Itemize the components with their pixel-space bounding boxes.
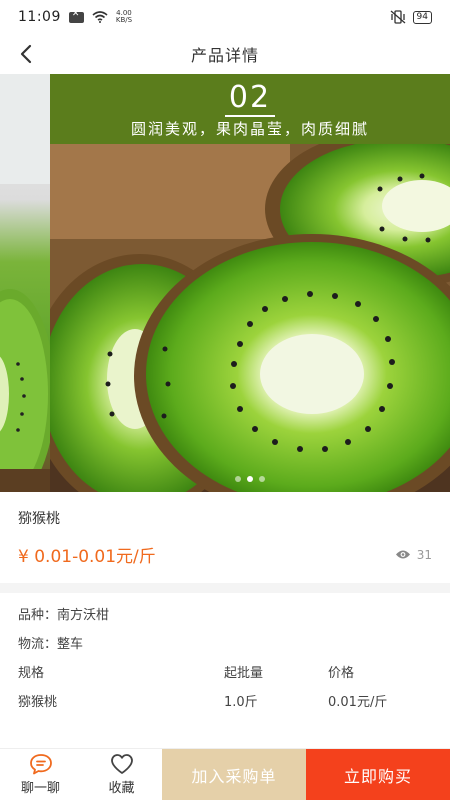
favorite-button[interactable]: 收藏 xyxy=(81,749,162,800)
product-price: ¥ 0.01-0.01元/斤 xyxy=(18,547,156,567)
spec-table: 规格 起批量 价格 猕猴桃 1.0斤 0.01元/斤 xyxy=(18,659,432,717)
product-info: 猕猴桃 ¥ 0.01-0.01元/斤 31 xyxy=(0,492,450,577)
table-row: 猕猴桃 1.0斤 0.01元/斤 xyxy=(18,695,388,710)
bottom-action-bar: 聊一聊 收藏 加入采购单 立即购买 xyxy=(0,748,450,800)
slide-caption: 圆润美观，果肉晶莹，肉质细腻 xyxy=(130,120,369,138)
spec-table-header: 规格 起批量 价格 xyxy=(18,666,355,681)
kiwi-photo xyxy=(50,144,450,492)
image-carousel[interactable]: 02 圆润美观，果肉晶莹，肉质细腻 xyxy=(0,74,450,492)
slide-number: 02 xyxy=(50,80,450,117)
previous-slide-peek xyxy=(0,74,55,492)
variety-value: 南方沃柑 xyxy=(57,608,110,623)
back-button[interactable] xyxy=(12,40,40,68)
product-name: 猕猴桃 xyxy=(18,511,60,527)
carousel-dot[interactable] xyxy=(235,476,241,482)
chevron-left-icon xyxy=(20,44,32,64)
favorite-label: 收藏 xyxy=(108,781,135,796)
carousel-slide: 02 圆润美观，果肉晶莹，肉质细腻 xyxy=(50,74,450,492)
network-speed: 4.00 KB/S xyxy=(115,9,133,24)
logistics-row: 物流：整车 xyxy=(18,637,84,652)
status-bar: 11:09 4.00 KB/S 94 xyxy=(0,0,450,34)
chat-button[interactable]: 聊一聊 xyxy=(0,749,81,800)
carousel-dot-active[interactable] xyxy=(247,476,253,482)
wifi-icon xyxy=(92,11,108,23)
chat-label: 聊一聊 xyxy=(20,781,60,796)
logistics-value: 整车 xyxy=(57,637,84,652)
eye-icon xyxy=(395,550,410,559)
slide-header: 02 圆润美观，果肉晶莹，肉质细腻 xyxy=(50,74,450,144)
status-time: 11:09 xyxy=(18,9,61,25)
variety-row: 品种：南方沃柑 xyxy=(18,608,110,623)
chat-icon xyxy=(29,754,52,775)
vibrate-off-icon xyxy=(390,10,405,24)
carousel-dot[interactable] xyxy=(259,476,265,482)
heart-icon xyxy=(110,754,133,774)
page-title: 产品详情 xyxy=(190,46,259,65)
notification-icon xyxy=(68,9,84,23)
battery-indicator: 94 xyxy=(412,10,432,24)
carousel-dots xyxy=(50,476,450,482)
view-count: 31 xyxy=(395,548,432,562)
product-details: 品种：南方沃柑 物流：整车 规格 起批量 价格 猕猴桃 1.0斤 0.01元/斤 xyxy=(0,593,450,717)
nav-bar: 产品详情 xyxy=(0,34,450,74)
section-divider xyxy=(0,583,450,593)
add-to-cart-button[interactable]: 加入采购单 xyxy=(162,749,306,800)
buy-now-button[interactable]: 立即购买 xyxy=(306,749,450,800)
